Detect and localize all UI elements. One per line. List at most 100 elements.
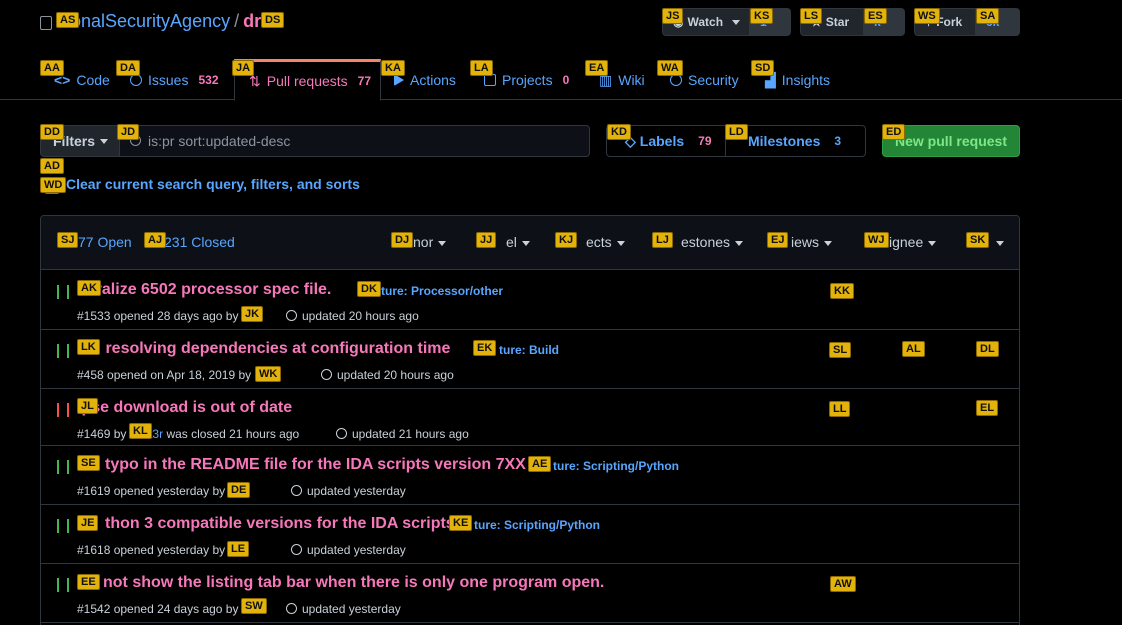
hint-badge: KK	[830, 283, 854, 299]
clock-icon	[291, 544, 302, 555]
hint-badge: JK	[241, 306, 264, 322]
hint-badge: AD	[40, 158, 64, 174]
hint-badge: JE	[77, 515, 99, 531]
repo-owner-link[interactable]: tionalSecurityAgency	[62, 11, 230, 31]
hint-badge: WJ	[864, 232, 889, 248]
clear-search-link[interactable]: Clear current search query, filters, and…	[66, 176, 360, 192]
milestones-count: 3	[834, 134, 842, 148]
tab-count: 77	[357, 74, 372, 88]
hint-badge: KD	[607, 124, 631, 140]
pull-request-row: thon 3 compatible versions for the IDA s…	[41, 505, 1019, 564]
pull-request-row: not show the listing tab bar when there …	[41, 564, 1019, 623]
hint-badge: SL	[829, 342, 852, 358]
pr-title-link[interactable]: neralize 6502 processor spec file.	[77, 281, 331, 299]
pr-updated: updated yesterday	[276, 602, 401, 616]
hint-badge: EJ	[767, 232, 789, 248]
hint-badge: DS	[261, 12, 285, 28]
labels-count: 79	[698, 134, 712, 148]
assignee-filter[interactable]: ignee	[889, 234, 937, 250]
pr-updated: updated 20 hours ago	[276, 309, 419, 323]
pr-meta: #1469 by obst3r was closed 21 hours ago	[77, 427, 300, 441]
milestones-filter[interactable]: estones	[681, 234, 744, 250]
pr-updated: updated yesterday	[281, 484, 406, 498]
tab-label: Wiki	[618, 72, 645, 88]
hint-badge: AS	[56, 12, 80, 28]
tab-label: Projects	[502, 72, 553, 88]
reviews-filter[interactable]: iews	[791, 234, 833, 250]
hint-badge: WD	[40, 177, 67, 193]
hint-badge: KL	[129, 423, 152, 439]
pr-updated: updated yesterday	[281, 543, 406, 557]
hint-badge: JL	[77, 398, 98, 414]
hint-badge: DK	[357, 281, 381, 297]
repo-icon	[40, 16, 52, 30]
pr-updated: updated 20 hours ago	[311, 368, 454, 382]
pr-label[interactable]: ture: Processor/other	[381, 284, 503, 298]
hint-badge: WK	[255, 366, 282, 382]
tab-label: Code	[76, 72, 110, 88]
clock-icon	[286, 603, 297, 614]
pull-request-open-icon	[57, 519, 69, 533]
sort-filter[interactable]	[991, 234, 1004, 250]
hint-badge: LA	[470, 60, 493, 76]
tab-count: 532	[198, 73, 219, 87]
projects-filter[interactable]: ects	[586, 234, 625, 250]
hint-badge: SD	[751, 60, 775, 76]
hint-badge: EK	[473, 340, 497, 356]
hint-badge: ED	[882, 124, 906, 140]
pr-label[interactable]: ture: Scripting/Python	[553, 459, 679, 473]
hint-badge: SE	[77, 455, 100, 471]
pull-request-row: oid resolving dependencies at configurat…	[41, 330, 1019, 389]
hint-badge: LK	[77, 339, 100, 355]
hint-badge: SJ	[57, 232, 79, 248]
search-input[interactable]	[148, 126, 578, 156]
hint-badge: DJ	[391, 232, 414, 248]
hint-badge: EL	[976, 400, 999, 416]
clock-icon	[336, 428, 347, 439]
hint-badge: LL	[829, 401, 851, 417]
tab-label: Issues	[148, 72, 189, 88]
pr-title-link[interactable]: typo in the README file for the IDA scri…	[105, 456, 526, 474]
hint-badge: SA	[976, 8, 1000, 24]
pr-title-link[interactable]: ipse download is out of date	[77, 399, 292, 417]
hint-badge: SW	[241, 598, 267, 614]
pull-request-open-icon	[57, 578, 69, 592]
author-filter[interactable]: nor	[413, 234, 447, 250]
tab-pull-requests[interactable]: ⇅ Pull requests 77	[234, 59, 381, 101]
clock-icon	[321, 369, 332, 380]
hint-badge: ES	[864, 8, 887, 24]
hint-badge: JS	[662, 8, 684, 24]
star-label: Star	[825, 15, 850, 29]
hint-badge: DL	[976, 341, 999, 357]
hint-badge: JJ	[476, 232, 497, 248]
hint-badge: AE	[528, 456, 552, 472]
repo-title: tionalSecurityAgency / dra	[62, 11, 271, 32]
tab-count: 0	[562, 73, 570, 87]
labels-label: Labels	[639, 133, 685, 149]
hint-badge: DA	[116, 60, 140, 76]
tab-label: Actions	[410, 72, 456, 88]
pr-label[interactable]: ture: Scripting/Python	[474, 518, 600, 532]
hint-badge: DE	[227, 482, 251, 498]
closed-filter[interactable]: 231 Closed	[164, 234, 235, 250]
pr-label[interactable]: ture: Build	[499, 343, 559, 357]
pr-title-link[interactable]: thon 3 compatible versions for the IDA s…	[105, 515, 455, 533]
pull-request-open-icon	[57, 344, 69, 358]
tab-label: Security	[688, 72, 739, 88]
pr-title-link[interactable]: oid resolving dependencies at configurat…	[77, 340, 450, 358]
milestones-label: Milestones	[748, 133, 821, 149]
pr-title-link[interactable]: not show the listing tab bar when there …	[103, 574, 604, 592]
hint-badge: EE	[77, 574, 100, 590]
hint-badge: LJ	[652, 232, 673, 248]
hint-badge: KE	[449, 515, 473, 531]
repo-separator: /	[234, 11, 240, 31]
search-box[interactable]	[119, 125, 590, 157]
hint-badge: AA	[40, 60, 64, 76]
tab-label: Insights	[781, 72, 831, 88]
fork-label: Fork	[936, 15, 963, 29]
open-filter[interactable]: 77 Open	[78, 234, 132, 250]
hint-badge: AK	[77, 280, 101, 296]
hint-badge: AW	[830, 576, 856, 592]
label-filter[interactable]: el	[506, 234, 530, 250]
hint-badge: JA	[232, 60, 255, 76]
